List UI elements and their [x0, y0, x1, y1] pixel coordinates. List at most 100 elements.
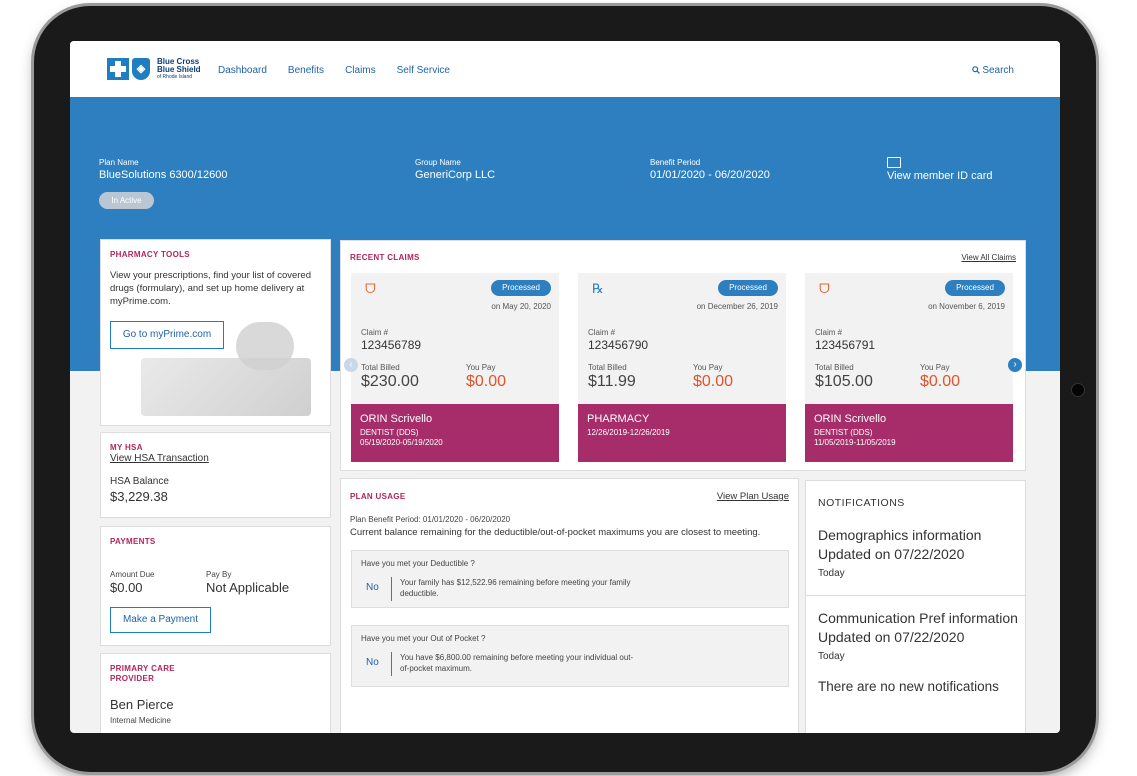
claim-card[interactable]: ᗜ Processed on May 20, 2020 Claim # 1234… — [351, 273, 559, 462]
view-id-card-link[interactable]: View member ID card — [887, 157, 993, 182]
claim-specialty: DENTIST (DDS) — [360, 428, 419, 437]
total-billed-label: Total Billed — [588, 363, 627, 372]
payments-title: PAYMENTS — [110, 537, 156, 546]
pcp-title: PRIMARY CARE PROVIDER — [110, 664, 175, 684]
claims-prev-button[interactable]: ‹ — [344, 358, 358, 372]
you-pay-value: $0.00 — [466, 373, 507, 390]
claim-number: 123456791 — [815, 338, 876, 352]
divider — [806, 595, 1025, 596]
brand-logo[interactable]: ◈ Blue Cross Blue Shield of Rhode Island — [107, 58, 201, 80]
app-screen: ◈ Blue Cross Blue Shield of Rhode Island… — [70, 41, 1060, 733]
hsa-balance-value: $3,229.38 — [110, 489, 168, 504]
brand-name: Blue Cross Blue Shield of Rhode Island — [157, 58, 201, 81]
notification-item[interactable]: Communication Pref information Updated o… — [818, 609, 1018, 662]
group-name-value: GeneriCorp LLC — [415, 169, 496, 181]
you-pay-value: $0.00 — [693, 373, 734, 390]
hsa-balance-label: HSA Balance — [110, 476, 169, 487]
claim-service-dates: 11/05/2019-11/05/2019 — [814, 438, 896, 447]
you-pay-label: You Pay — [693, 363, 723, 372]
total-billed-value: $11.99 — [588, 373, 636, 390]
notifications-card: NOTIFICATIONS Demographics information U… — [805, 480, 1026, 733]
view-plan-usage-link[interactable]: View Plan Usage — [717, 491, 789, 502]
view-hsa-transaction-link[interactable]: View HSA Transaction — [110, 453, 209, 464]
nav-self-service[interactable]: Self Service — [397, 65, 450, 76]
go-to-myprime-button[interactable]: Go to myPrime.com — [110, 321, 224, 349]
pill-icon: ℞ — [592, 281, 604, 296]
pcp-title-line2: PROVIDER — [110, 674, 155, 683]
claim-card[interactable]: ℞ Processed on December 26, 2019 Claim #… — [578, 273, 786, 462]
claim-number-label: Claim # — [361, 328, 389, 337]
claim-provider-footer: ORIN Scrivello DENTIST (DDS) 05/19/2020-… — [351, 404, 559, 462]
pharmacy-tools-card: PHARMACY TOOLS View your prescriptions, … — [100, 239, 331, 426]
claim-provider: PHARMACY — [587, 413, 650, 425]
notification-title: Demographics information Updated on 07/2… — [818, 527, 982, 562]
oop-remaining-text: You have $6,800.00 remaining before meet… — [400, 653, 634, 673]
search-link[interactable]: Search — [971, 65, 1014, 76]
benefit-period-value: 01/01/2020 - 06/20/2020 — [650, 169, 770, 181]
chevron-right-icon: › — [1013, 359, 1017, 370]
claim-status-badge: Processed — [945, 280, 1005, 296]
deductible-question-text: Have you met your Deductible ? — [361, 559, 475, 568]
pcp-title-line1: PRIMARY CARE — [110, 664, 175, 673]
group-name-label: Group Name — [415, 158, 461, 167]
amount-due-label: Amount Due — [110, 570, 155, 579]
plan-name-label: Plan Name — [99, 158, 139, 167]
pcp-specialty: Internal Medicine — [110, 716, 171, 725]
pay-by-value: Not Applicable — [206, 580, 290, 595]
tooth-icon: ᗜ — [365, 281, 376, 296]
group-name-field: Group Name GeneriCorp LLC — [415, 158, 495, 181]
claim-provider-footer: PHARMACY 12/26/2019-12/26/2019 — [578, 404, 786, 462]
claim-date: on May 20, 2020 — [491, 302, 551, 311]
notification-item[interactable]: Demographics information Updated on 07/2… — [818, 526, 1018, 579]
plan-usage-description: Current balance remaining for the deduct… — [350, 527, 761, 538]
notification-time: Today — [818, 651, 845, 662]
plan-name-field: Plan Name BlueSolutions 6300/12600 — [99, 158, 227, 181]
recent-claims-card: RECENT CLAIMS View All Claims ᗜ Processe… — [340, 240, 1026, 471]
make-payment-button[interactable]: Make a Payment — [110, 607, 211, 633]
claim-card[interactable]: ᗜ Processed on November 6, 2019 Claim # … — [805, 273, 1013, 462]
total-billed-label: Total Billed — [361, 363, 400, 372]
oop-answer: No — [366, 657, 379, 668]
claim-status-badge: Processed — [491, 280, 551, 296]
pill-bottle-image — [141, 358, 311, 416]
search-label: Search — [982, 65, 1014, 76]
claim-service-dates: 05/19/2020-05/19/2020 — [360, 438, 443, 447]
hsa-card: MY HSA View HSA Transaction HSA Balance … — [100, 432, 331, 518]
claim-status-badge: Processed — [718, 280, 778, 296]
nav-claims[interactable]: Claims — [345, 65, 376, 76]
hsa-title: MY HSA — [110, 443, 143, 452]
nav-links: Dashboard Benefits Claims Self Service — [218, 65, 450, 76]
nav-benefits[interactable]: Benefits — [288, 65, 324, 76]
claim-number: 123456789 — [361, 338, 422, 352]
brand-line2: Blue Shield — [157, 65, 201, 74]
divider — [391, 577, 392, 601]
claim-specialty: DENTIST (DDS) — [814, 428, 873, 437]
id-card-label: View member ID card — [887, 170, 993, 182]
nav-dashboard[interactable]: Dashboard — [218, 65, 267, 76]
deductible-remaining-text: Your family has $12,522.96 remaining bef… — [400, 578, 631, 598]
plan-name-value: BlueSolutions 6300/12600 — [99, 169, 228, 181]
search-icon — [971, 66, 980, 74]
claim-provider-footer: ORIN Scrivello DENTIST (DDS) 11/05/2019-… — [805, 404, 1013, 462]
you-pay-label: You Pay — [920, 363, 950, 372]
pharmacy-title: PHARMACY TOOLS — [110, 250, 190, 259]
recent-claims-title: RECENT CLAIMS — [350, 253, 420, 262]
you-pay-value: $0.00 — [920, 373, 961, 390]
total-billed-value: $105.00 — [815, 373, 873, 390]
camera — [1071, 383, 1085, 397]
pay-by-label: Pay By — [206, 570, 232, 579]
total-billed-label: Total Billed — [815, 363, 854, 372]
chevron-left-icon: ‹ — [349, 359, 353, 370]
claim-number-label: Claim # — [815, 328, 843, 337]
claims-next-button[interactable]: › — [1008, 358, 1022, 372]
view-all-claims-link[interactable]: View All Claims — [961, 253, 1016, 262]
plan-usage-title: PLAN USAGE — [350, 492, 406, 501]
bottle-image — [236, 322, 294, 370]
id-card-icon — [887, 157, 901, 168]
claim-provider: ORIN Scrivello — [360, 413, 433, 425]
divider — [391, 652, 392, 676]
top-nav: ◈ Blue Cross Blue Shield of Rhode Island… — [70, 41, 1060, 98]
notification-time: Today — [818, 568, 845, 579]
plan-usage-card: PLAN USAGE View Plan Usage Plan Benefit … — [340, 478, 799, 733]
amount-due-value: $0.00 — [110, 580, 143, 595]
